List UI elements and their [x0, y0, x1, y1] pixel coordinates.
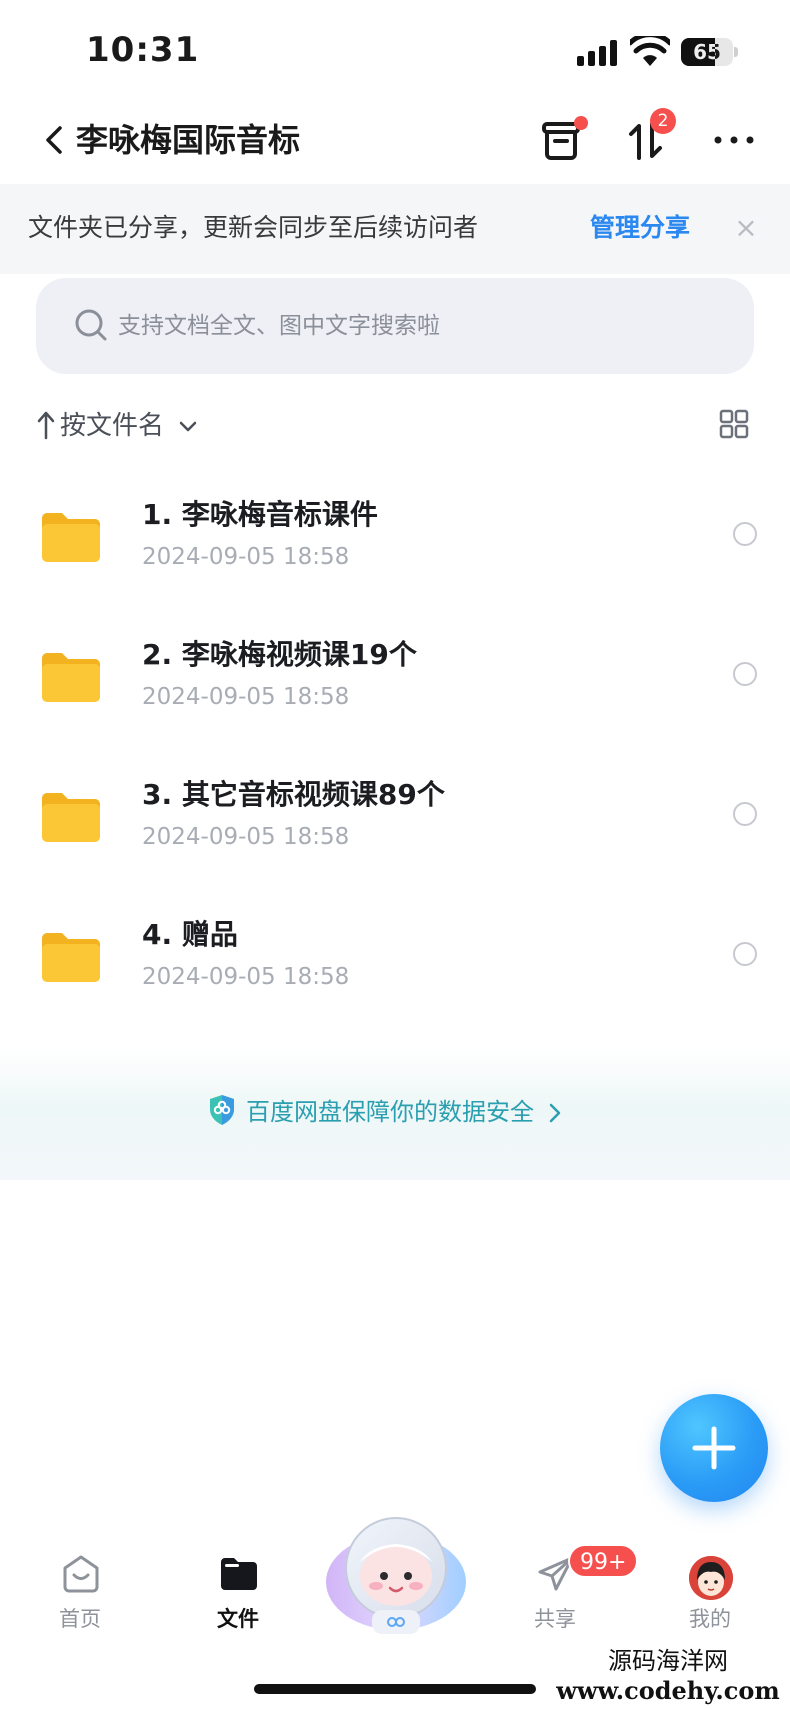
file-row[interactable]: 4. 赠品 2024-09-05 18:58 — [0, 902, 790, 1042]
file-row[interactable]: 2. 李咏梅视频课19个 2024-09-05 18:58 — [0, 622, 790, 762]
home-indicator — [254, 1684, 536, 1694]
search-icon — [75, 309, 107, 341]
folder-icon — [42, 653, 100, 702]
folder-icon — [221, 1558, 257, 1590]
status-bar: 10:31 65 — [0, 0, 790, 100]
more-icon — [714, 136, 754, 144]
tab-label: 我的 — [689, 1607, 731, 1631]
home-icon — [63, 1555, 99, 1593]
tab-label: 首页 — [59, 1607, 101, 1631]
signal-icon — [577, 40, 619, 66]
file-name: 1. 李咏梅音标课件 — [142, 498, 378, 531]
close-icon[interactable]: × — [731, 208, 761, 248]
select-radio[interactable] — [733, 802, 757, 826]
status-time: 10:31 — [86, 30, 200, 70]
folder-icon — [42, 513, 100, 562]
file-name: 2. 李咏梅视频课19个 — [142, 638, 417, 671]
more-button[interactable] — [708, 114, 760, 166]
shield-icon — [210, 1095, 234, 1125]
file-date: 2024-09-05 18:58 — [142, 964, 350, 990]
chevron-right-icon — [549, 1103, 561, 1123]
tab-home[interactable]: 首页 — [25, 1554, 135, 1644]
page-title: 李咏梅国际音标 — [76, 121, 301, 159]
avatar[interactable] — [689, 1556, 733, 1600]
select-radio[interactable] — [733, 522, 757, 546]
file-date: 2024-09-05 18:58 — [142, 544, 350, 570]
file-name: 3. 其它音标视频课89个 — [142, 778, 445, 811]
watermark: 源码海洋网 www.codehy.com — [550, 1646, 786, 1706]
file-date: 2024-09-05 18:58 — [142, 684, 350, 710]
share-count-badge: 99+ — [568, 1544, 639, 1578]
tab-label: 文件 — [217, 1607, 259, 1631]
tab-label: 共享 — [534, 1607, 576, 1631]
bottom-tab-bar: 首页 文件 共享 99+ 我的 — [0, 1500, 790, 1650]
nav-bar: 李咏梅国际音标 2 — [0, 100, 790, 184]
back-icon[interactable] — [40, 118, 70, 162]
add-button[interactable] — [660, 1394, 768, 1502]
file-row[interactable]: 1. 李咏梅音标课件 2024-09-05 18:58 — [0, 482, 790, 622]
select-radio[interactable] — [733, 662, 757, 686]
transfer-badge: 2 — [650, 108, 676, 134]
file-row[interactable]: 3. 其它音标视频课89个 2024-09-05 18:58 — [0, 762, 790, 902]
ai-assistant-button[interactable] — [322, 1510, 470, 1640]
manage-share-link[interactable]: 管理分享 — [590, 208, 690, 248]
tab-files[interactable]: 文件 — [183, 1554, 293, 1644]
file-name: 4. 赠品 — [142, 918, 238, 951]
chevron-down-icon — [179, 421, 197, 432]
folder-icon — [42, 793, 100, 842]
grid-view-icon[interactable] — [718, 408, 750, 440]
file-date: 2024-09-05 18:58 — [142, 824, 350, 850]
watermark-url: www.codehy.com — [556, 1676, 780, 1705]
arrow-up-icon — [37, 411, 55, 440]
plus-icon — [692, 1426, 736, 1470]
data-safety-banner: 百度网盘保障你的数据安全 — [0, 1048, 790, 1180]
notification-dot — [574, 116, 588, 130]
sort-label: 按文件名 — [60, 411, 165, 441]
recycle-box-button[interactable] — [536, 114, 588, 166]
watermark-title: 源码海洋网 — [608, 1647, 728, 1675]
data-safety-text: 百度网盘保障你的数据安全 — [246, 1098, 534, 1126]
wifi-icon — [630, 36, 670, 66]
share-banner: 文件夹已分享，更新会同步至后续访问者 管理分享 × — [0, 184, 790, 274]
search-input[interactable]: 支持文档全文、图中文字搜索啦 — [36, 278, 754, 374]
share-banner-text: 文件夹已分享，更新会同步至后续访问者 — [28, 213, 479, 242]
select-radio[interactable] — [733, 942, 757, 966]
transfer-button[interactable]: 2 — [622, 108, 676, 166]
battery-tip — [734, 47, 738, 57]
search-placeholder: 支持文档全文、图中文字搜索啦 — [118, 313, 440, 339]
battery-percent: 65 — [693, 40, 721, 64]
folder-icon — [42, 933, 100, 982]
battery-icon: 65 — [681, 38, 733, 66]
avatar-image — [689, 1556, 733, 1600]
